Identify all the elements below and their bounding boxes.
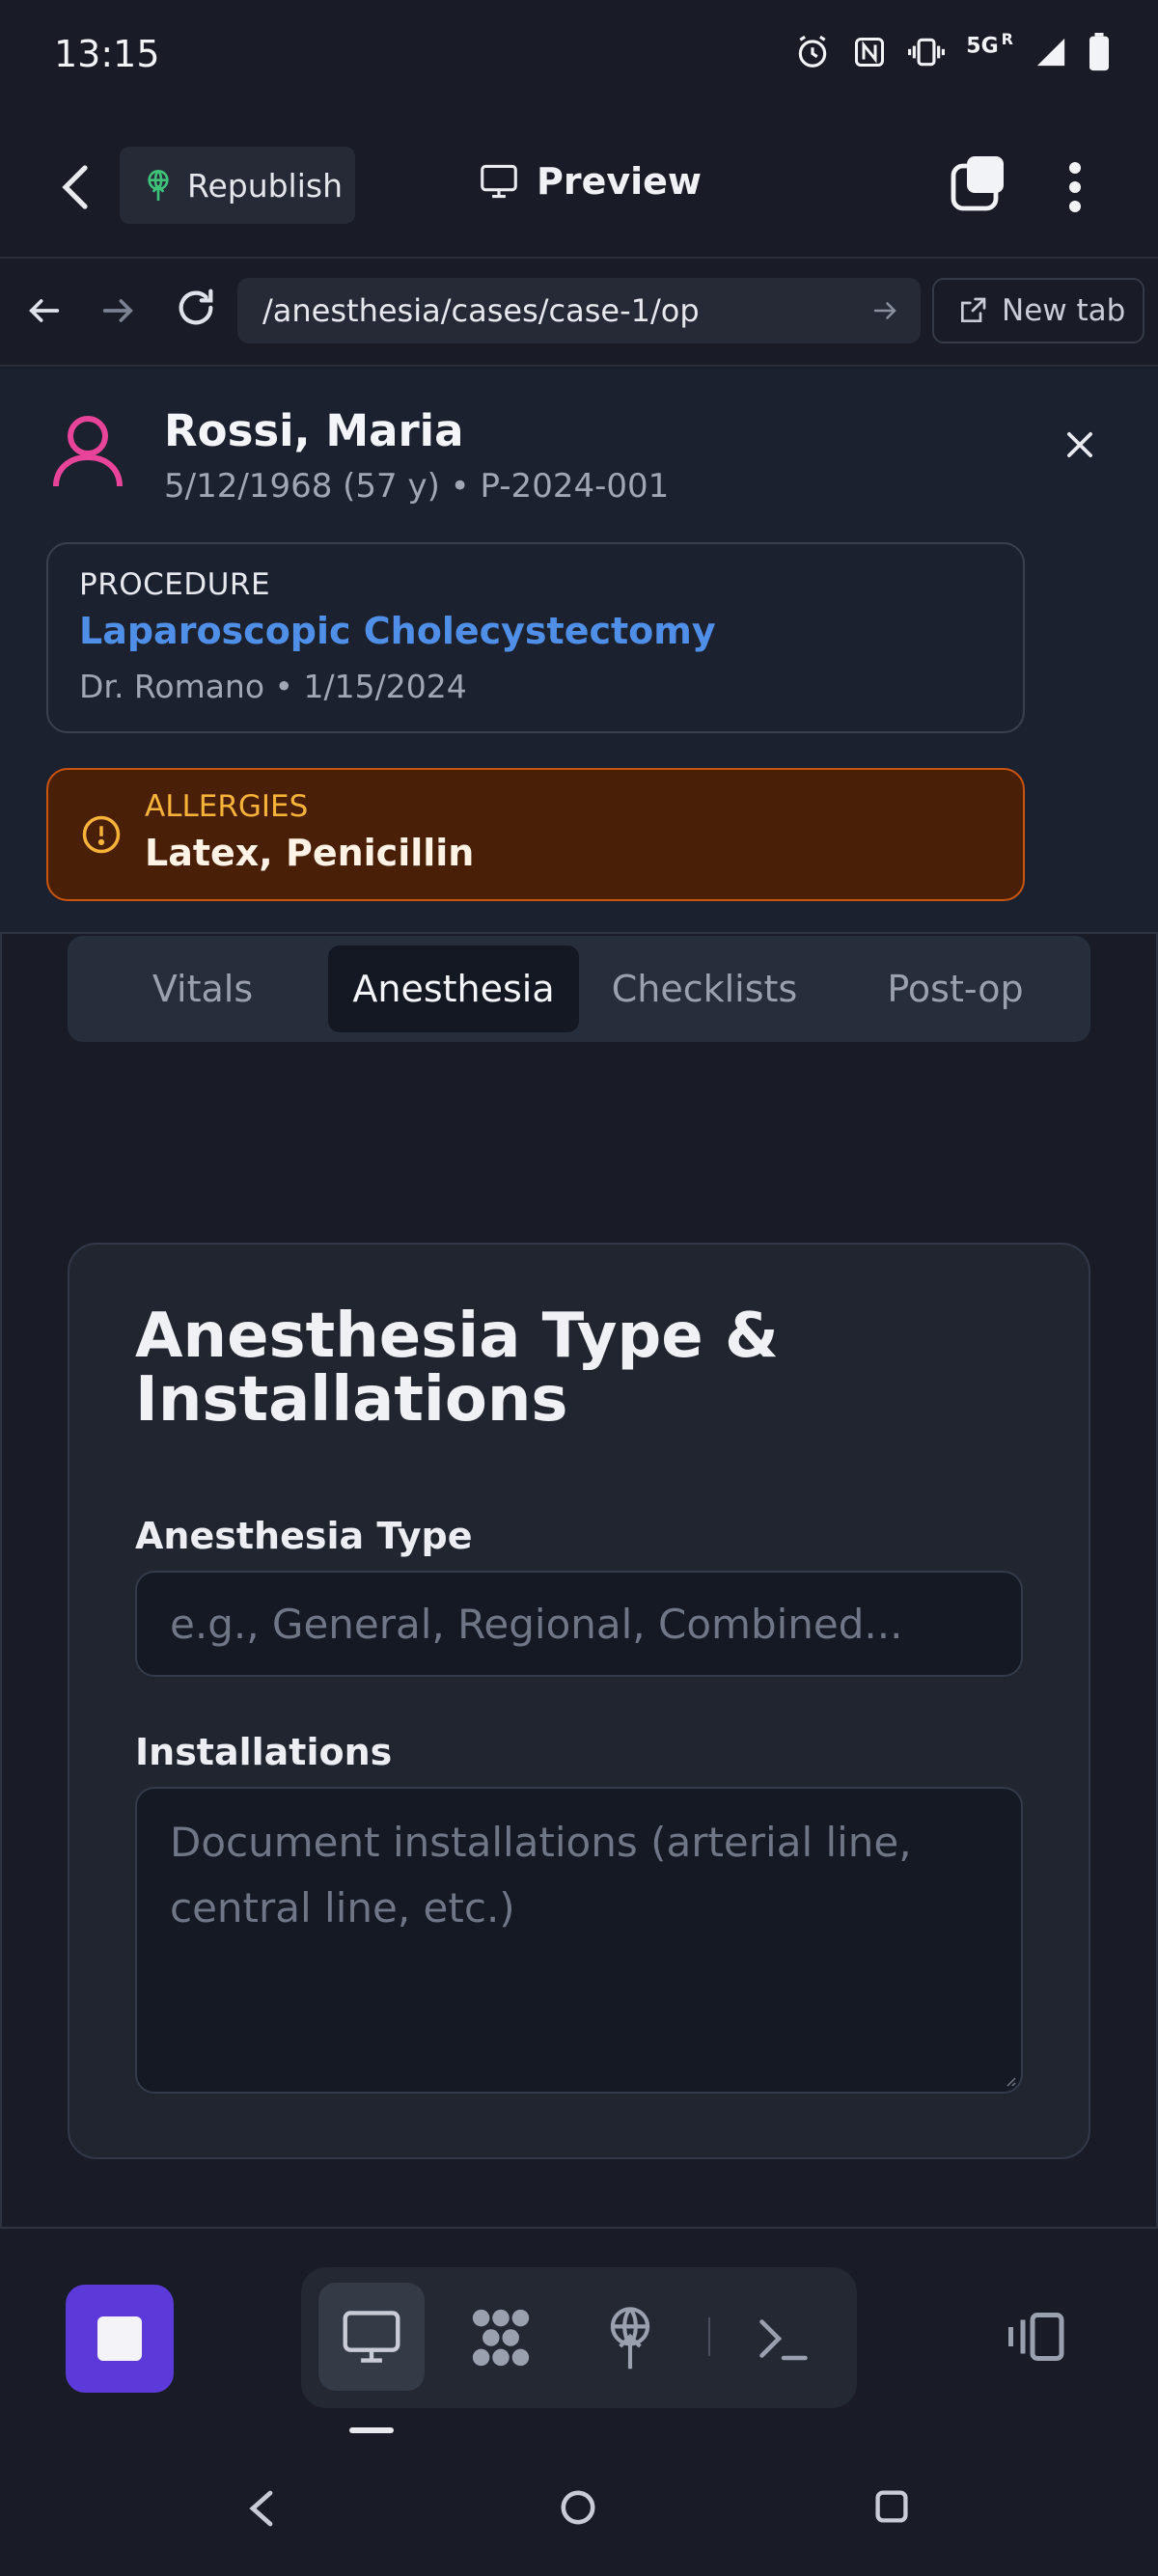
tab-vitals[interactable]: Vitals [87,945,318,1032]
home-circle-icon [561,2490,595,2525]
installations-placeholder: Document installations (arterial line, c… [170,1819,912,1932]
tab-post-op[interactable]: Post-op [840,945,1071,1032]
system-recents-button[interactable] [874,2489,909,2528]
more-vertical-icon [1069,162,1081,212]
network-label: 5G R [966,30,1013,59]
dock-separator [708,2317,710,2356]
card-title: Anesthesia Type & Installations [135,1301,779,1436]
browser-back-button[interactable] [25,291,64,334]
preview-toggle[interactable]: Preview [479,160,702,203]
dock-deploy-button[interactable] [600,2304,660,2375]
stop-button[interactable] [66,2285,174,2393]
signal-icon [1036,38,1065,67]
dock-monitor-button[interactable] [340,2308,403,2370]
terminal-icon [759,2319,808,2361]
monitor-icon [343,2311,400,2363]
patient-avatar-icon [52,413,124,494]
allergy-label: ALLERGIES [145,789,309,824]
globe-upload-icon [148,170,169,201]
procedure-meta: Dr. Romano • 1/15/2024 [79,668,467,705]
close-button[interactable] [1062,426,1098,467]
dock-workflow-button[interactable] [467,2304,535,2375]
alarm-icon [799,35,827,68]
nodes-icon [472,2309,530,2367]
new-tab-button[interactable]: New tab [932,278,1144,343]
globe-upload-icon [610,2307,650,2370]
resize-handle-icon[interactable] [1002,2072,1017,2088]
side-panel-icon [1008,2313,1064,2361]
browser-forward-button[interactable] [98,291,137,334]
recents-square-icon [875,2490,908,2523]
close-icon [1067,432,1092,457]
system-back-button[interactable] [247,2489,276,2532]
arrow-right-icon [102,299,133,322]
more-menu-button[interactable] [1062,158,1089,216]
new-tab-label: New tab [1002,293,1126,328]
allergy-value: Latex, Penicillin [145,832,475,874]
procedure-label: PROCEDURE [79,567,271,602]
url-input[interactable]: /anesthesia/cases/case-1/op [237,278,921,343]
procedure-name: Laparoscopic Cholecystectomy [79,610,716,652]
tabs-icon [951,156,1004,211]
republish-button[interactable]: Republish [120,147,355,224]
tab-anesthesia[interactable]: Anesthesia [328,945,579,1032]
chevron-left-icon [62,165,88,209]
installations-label: Installations [135,1731,393,1773]
preview-label: Preview [537,160,703,203]
tabs-switcher-button[interactable] [950,154,1007,212]
dock-terminal-button[interactable] [755,2312,813,2370]
status-time: 13:15 [54,33,160,75]
stop-icon [97,2316,142,2361]
reload-icon [179,288,213,325]
battery-icon [1089,33,1109,71]
anesthesia-type-label: Anesthesia Type [135,1515,473,1557]
anesthesia-type-placeholder: e.g., General, Regional, Combined... [170,1600,903,1648]
go-arrow-icon[interactable] [870,296,899,325]
active-indicator [349,2427,394,2433]
anesthesia-type-input[interactable]: e.g., General, Regional, Combined... [135,1571,1023,1677]
republish-label: Republish [187,166,344,205]
system-home-button[interactable] [560,2489,596,2530]
external-link-icon [961,297,986,322]
side-panel-button[interactable] [1004,2308,1071,2370]
back-triangle-icon [249,2490,273,2527]
monitor-icon [481,164,517,199]
status-icons: 5G R [794,30,1110,71]
vibrate-icon [908,38,946,67]
patient-meta: 5/12/1968 (57 y) • P-2024-001 [164,467,670,506]
back-button[interactable] [58,162,96,212]
alert-circle-icon [81,814,122,859]
reload-button[interactable] [174,286,218,334]
patient-name: Rossi, Maria [164,405,464,456]
installations-textarea[interactable]: Document installations (arterial line, c… [135,1787,1023,2094]
nfc-icon [855,38,885,67]
arrow-left-icon [29,299,60,322]
url-text: /anesthesia/cases/case-1/op [262,292,700,329]
tab-checklists[interactable]: Checklists [589,945,820,1032]
